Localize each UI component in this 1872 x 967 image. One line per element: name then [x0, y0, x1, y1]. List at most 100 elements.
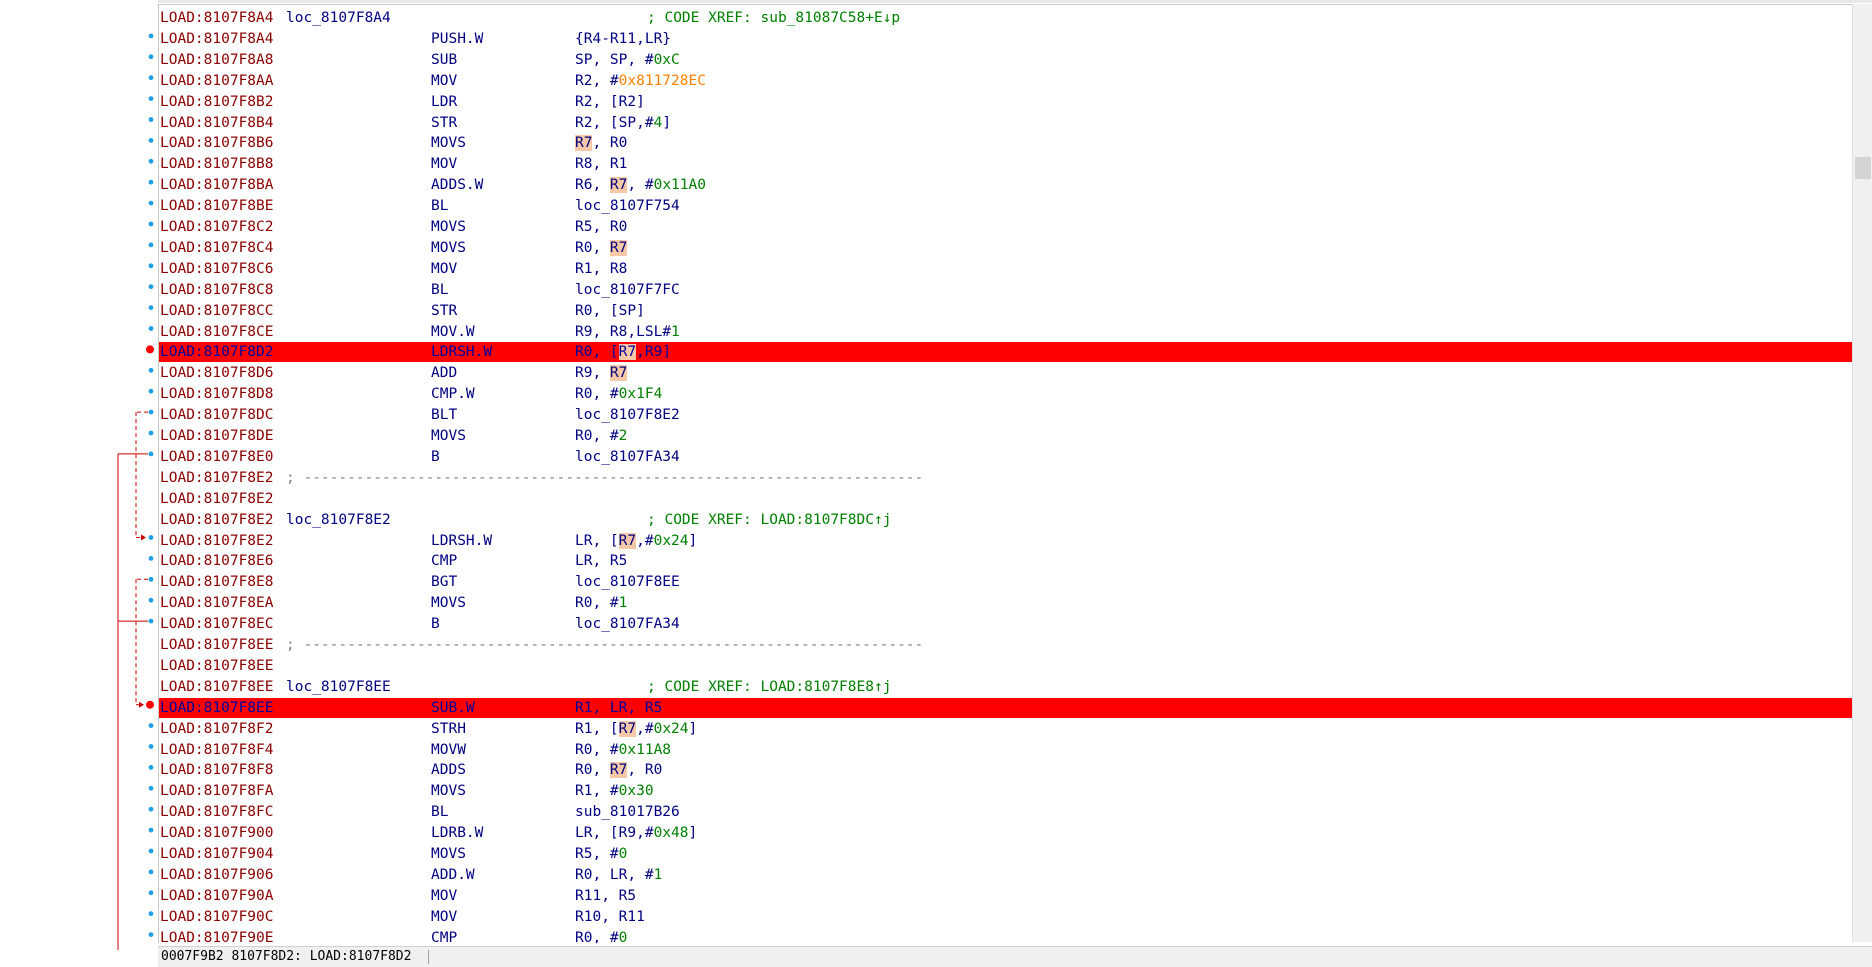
- xref-comment[interactable]: ; CODE XREF: LOAD:8107F8E8↑j: [647, 677, 891, 697]
- listing-line[interactable]: LOAD:8107F8E8 BGT loc_8107F8EE: [159, 572, 1853, 592]
- operand-text[interactable]: loc_8107FA34: [575, 449, 680, 465]
- listing-line[interactable]: LOAD:8107F8E6 CMP LR, R5: [159, 551, 1853, 571]
- operand-num[interactable]: 0x48: [654, 825, 689, 841]
- instruction-mnemonic[interactable]: SUB: [431, 50, 457, 70]
- operand-addr[interactable]: 0x811728EC: [619, 73, 706, 89]
- operand-text[interactable]: R0,: [575, 240, 610, 256]
- line-address[interactable]: LOAD:8107F8D6: [160, 363, 274, 383]
- instruction-mnemonic[interactable]: BGT: [431, 572, 457, 592]
- operand-text[interactable]: R2, [SP,#: [575, 115, 654, 131]
- listing-line[interactable]: LOAD:8107F8A4 PUSH.W {R4-R11,LR}: [159, 29, 1853, 49]
- listing-line[interactable]: LOAD:8107F8CC STR R0, [SP]: [159, 301, 1853, 321]
- operand-text[interactable]: R9,: [575, 365, 610, 381]
- instruction-operands[interactable]: R11, R5: [575, 886, 636, 906]
- line-address[interactable]: LOAD:8107F8E8: [160, 572, 274, 592]
- instruction-operands[interactable]: R9, R7: [575, 363, 628, 383]
- instruction-operands[interactable]: loc_8107F8EE: [575, 572, 680, 592]
- instruction-operands[interactable]: R6, R7, #0x11A0: [575, 175, 706, 195]
- instruction-mnemonic[interactable]: B: [431, 447, 440, 467]
- operand-text[interactable]: R2, #: [575, 73, 619, 89]
- line-address[interactable]: LOAD:8107F8A4: [160, 8, 274, 28]
- line-address[interactable]: LOAD:8107F900: [160, 823, 274, 843]
- line-address[interactable]: LOAD:8107F8D2: [160, 342, 274, 362]
- listing-line[interactable]: LOAD:8107F90C MOV R10, R11: [159, 907, 1853, 927]
- listing-line[interactable]: LOAD:8107F900 LDRB.W LR, [R9,#0x48]: [159, 823, 1853, 843]
- operand-text[interactable]: LR, [: [575, 533, 619, 549]
- operand-text[interactable]: , #: [627, 177, 653, 193]
- listing-line[interactable]: LOAD:8107F8F4 MOVW R0, #0x11A8: [159, 740, 1853, 760]
- listing-line[interactable]: LOAD:8107F8F8 ADDS R0, R7, R0: [159, 760, 1853, 780]
- highlighted-register[interactable]: R7: [609, 239, 628, 256]
- line-address[interactable]: LOAD:8107F8EC: [160, 614, 274, 634]
- operand-text[interactable]: , R0: [592, 135, 627, 151]
- highlighted-register[interactable]: R7: [609, 762, 628, 779]
- listing-line[interactable]: LOAD:8107F8C6 MOV R1, R8: [159, 259, 1853, 279]
- operand-text[interactable]: ]: [689, 825, 698, 841]
- operand-text[interactable]: sub_81017B26: [575, 804, 680, 820]
- instruction-operands[interactable]: LR, R5: [575, 551, 627, 571]
- line-address[interactable]: LOAD:8107F8E0: [160, 447, 274, 467]
- line-address[interactable]: LOAD:8107F8F2: [160, 719, 274, 739]
- instruction-mnemonic[interactable]: MOVS: [431, 781, 466, 801]
- breakpoint-line[interactable]: LOAD:8107F8EE SUB.W R1, LR, R5: [159, 697, 1853, 718]
- instruction-operands[interactable]: R0, R7, R0: [575, 760, 662, 780]
- instruction-operands[interactable]: R0, [R7,R9]: [575, 342, 671, 362]
- instruction-operands[interactable]: R7, R0: [575, 133, 627, 153]
- line-address[interactable]: LOAD:8107F8FC: [160, 802, 274, 822]
- instruction-operands[interactable]: loc_8107FA34: [575, 614, 680, 634]
- listing-line[interactable]: LOAD:8107F8D6 ADD R9, R7: [159, 363, 1853, 383]
- instruction-operands[interactable]: loc_8107FA34: [575, 447, 680, 467]
- listing-line[interactable]: LOAD:8107F8F2 STRH R1, [R7,#0x24]: [159, 719, 1853, 739]
- operand-text[interactable]: R0, LR, #: [575, 867, 654, 883]
- listing-line[interactable]: LOAD:8107F8E0 Bloc_8107FA34: [159, 447, 1853, 467]
- scrollbar-thumb[interactable]: [1855, 157, 1871, 179]
- listing-line[interactable]: LOAD:8107F8EE loc_8107F8EE ; CODE XREF: LO…: [159, 677, 1853, 697]
- line-address[interactable]: LOAD:8107F90E: [160, 928, 274, 943]
- line-address[interactable]: LOAD:8107F8B2: [160, 92, 274, 112]
- instruction-mnemonic[interactable]: BLT: [431, 405, 457, 425]
- line-address[interactable]: LOAD:8107F90A: [160, 886, 274, 906]
- line-address[interactable]: LOAD:8107F904: [160, 844, 274, 864]
- instruction-mnemonic[interactable]: MOV: [431, 259, 457, 279]
- line-address[interactable]: LOAD:8107F8BE: [160, 196, 274, 216]
- code-label[interactable]: loc_8107F8A4: [286, 8, 391, 28]
- operand-text[interactable]: LR, R5: [575, 553, 627, 569]
- instruction-operands[interactable]: R2, #0x811728EC: [575, 71, 706, 91]
- instruction-operands[interactable]: R8, R1: [575, 154, 627, 174]
- line-address[interactable]: LOAD:8107F906: [160, 865, 274, 885]
- operand-num[interactable]: 1: [654, 867, 663, 883]
- vertical-scrollbar[interactable]: [1852, 4, 1872, 942]
- instruction-operands[interactable]: R1, #0x30: [575, 781, 654, 801]
- instruction-mnemonic[interactable]: CMP: [431, 928, 457, 943]
- instruction-mnemonic[interactable]: LDR: [431, 92, 457, 112]
- operand-num[interactable]: 1: [619, 595, 628, 611]
- line-address[interactable]: LOAD:8107F8AA: [160, 71, 274, 91]
- instruction-mnemonic[interactable]: CMP.W: [431, 384, 475, 404]
- highlighted-register[interactable]: R7: [609, 177, 628, 194]
- instruction-operands[interactable]: R1, LR, R5: [575, 698, 662, 718]
- code-label[interactable]: loc_8107F8EE: [286, 677, 391, 697]
- listing-line[interactable]: LOAD:8107F8C2 MOVS R5, R0: [159, 217, 1853, 237]
- instruction-mnemonic[interactable]: MOVS: [431, 217, 466, 237]
- instruction-operands[interactable]: R0, R7: [575, 238, 628, 258]
- line-address[interactable]: LOAD:8107F8E6: [160, 551, 274, 571]
- line-address[interactable]: LOAD:8107F8B6: [160, 133, 274, 153]
- line-address[interactable]: LOAD:8107F8CC: [160, 301, 274, 321]
- operand-text[interactable]: R0, [SP]: [575, 303, 645, 319]
- listing-line[interactable]: LOAD:8107F8DC BLT loc_8107F8E2: [159, 405, 1853, 425]
- instruction-operands[interactable]: R0, #2: [575, 426, 627, 446]
- line-address[interactable]: LOAD:8107F8A4: [160, 29, 274, 49]
- instruction-operands[interactable]: R1, R8: [575, 259, 627, 279]
- instruction-operands[interactable]: SP, SP, #0xC: [575, 50, 680, 70]
- listing-line[interactable]: LOAD:8107F8BE BL loc_8107F754: [159, 196, 1853, 216]
- instruction-operands[interactable]: R0, #0x1F4: [575, 384, 662, 404]
- instruction-mnemonic[interactable]: ADDS: [431, 760, 466, 780]
- operand-text[interactable]: R10, R11: [575, 909, 645, 925]
- instruction-mnemonic[interactable]: MOV.W: [431, 322, 475, 342]
- operand-text[interactable]: R9, R8,LSL#: [575, 324, 671, 340]
- instruction-operands[interactable]: R2, [R2]: [575, 92, 645, 112]
- instruction-mnemonic[interactable]: STR: [431, 301, 457, 321]
- instruction-operands[interactable]: R0, #0x11A8: [575, 740, 671, 760]
- operand-text[interactable]: loc_8107F8EE: [575, 574, 680, 590]
- instruction-mnemonic[interactable]: STRH: [431, 719, 466, 739]
